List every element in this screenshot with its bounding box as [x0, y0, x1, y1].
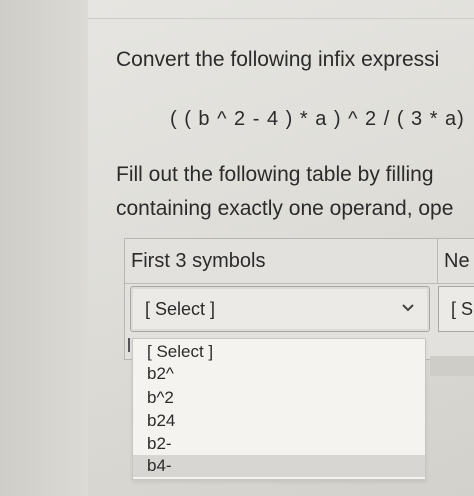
instructions-line-2: containing exactly one operand, ope: [116, 197, 454, 220]
next-select-value: [ S: [451, 299, 474, 319]
instructions: Fill out the following table by filling …: [116, 158, 474, 226]
divider: [88, 18, 474, 19]
next-symbols-select[interactable]: [ S: [438, 286, 474, 332]
option-b24[interactable]: b24: [133, 410, 425, 432]
quiz-page: Convert the following infix expressi ( (…: [0, 0, 474, 496]
option-b-caret-2[interactable]: b^2: [133, 387, 425, 409]
option-select[interactable]: [ Select ]: [133, 341, 425, 363]
question-prompt: Convert the following infix expressi: [116, 48, 440, 71]
table-row-shade: [430, 356, 474, 376]
column-header-next: Ne: [438, 239, 474, 284]
chevron-down-icon: [402, 304, 414, 312]
select-dropdown-list: [ Select ] b2^ b^2 b24 b2- b4-: [132, 338, 426, 480]
option-b2-caret[interactable]: b2^: [133, 363, 425, 385]
column-header-first-3-symbols: First 3 symbols: [125, 239, 438, 284]
infix-expression: ( ( b ^ 2 - 4 ) * a ) ^ 2 / ( 3 * a): [170, 108, 465, 130]
instructions-line-1: Fill out the following table by filling: [116, 163, 434, 186]
text-cursor: [128, 338, 130, 352]
select-value: [ Select ]: [145, 299, 216, 319]
option-b2-minus[interactable]: b2-: [133, 433, 425, 455]
first-3-symbols-select[interactable]: [ Select ]: [130, 286, 430, 332]
option-b4-minus[interactable]: b4-: [133, 455, 425, 477]
left-margin: [0, 0, 88, 496]
